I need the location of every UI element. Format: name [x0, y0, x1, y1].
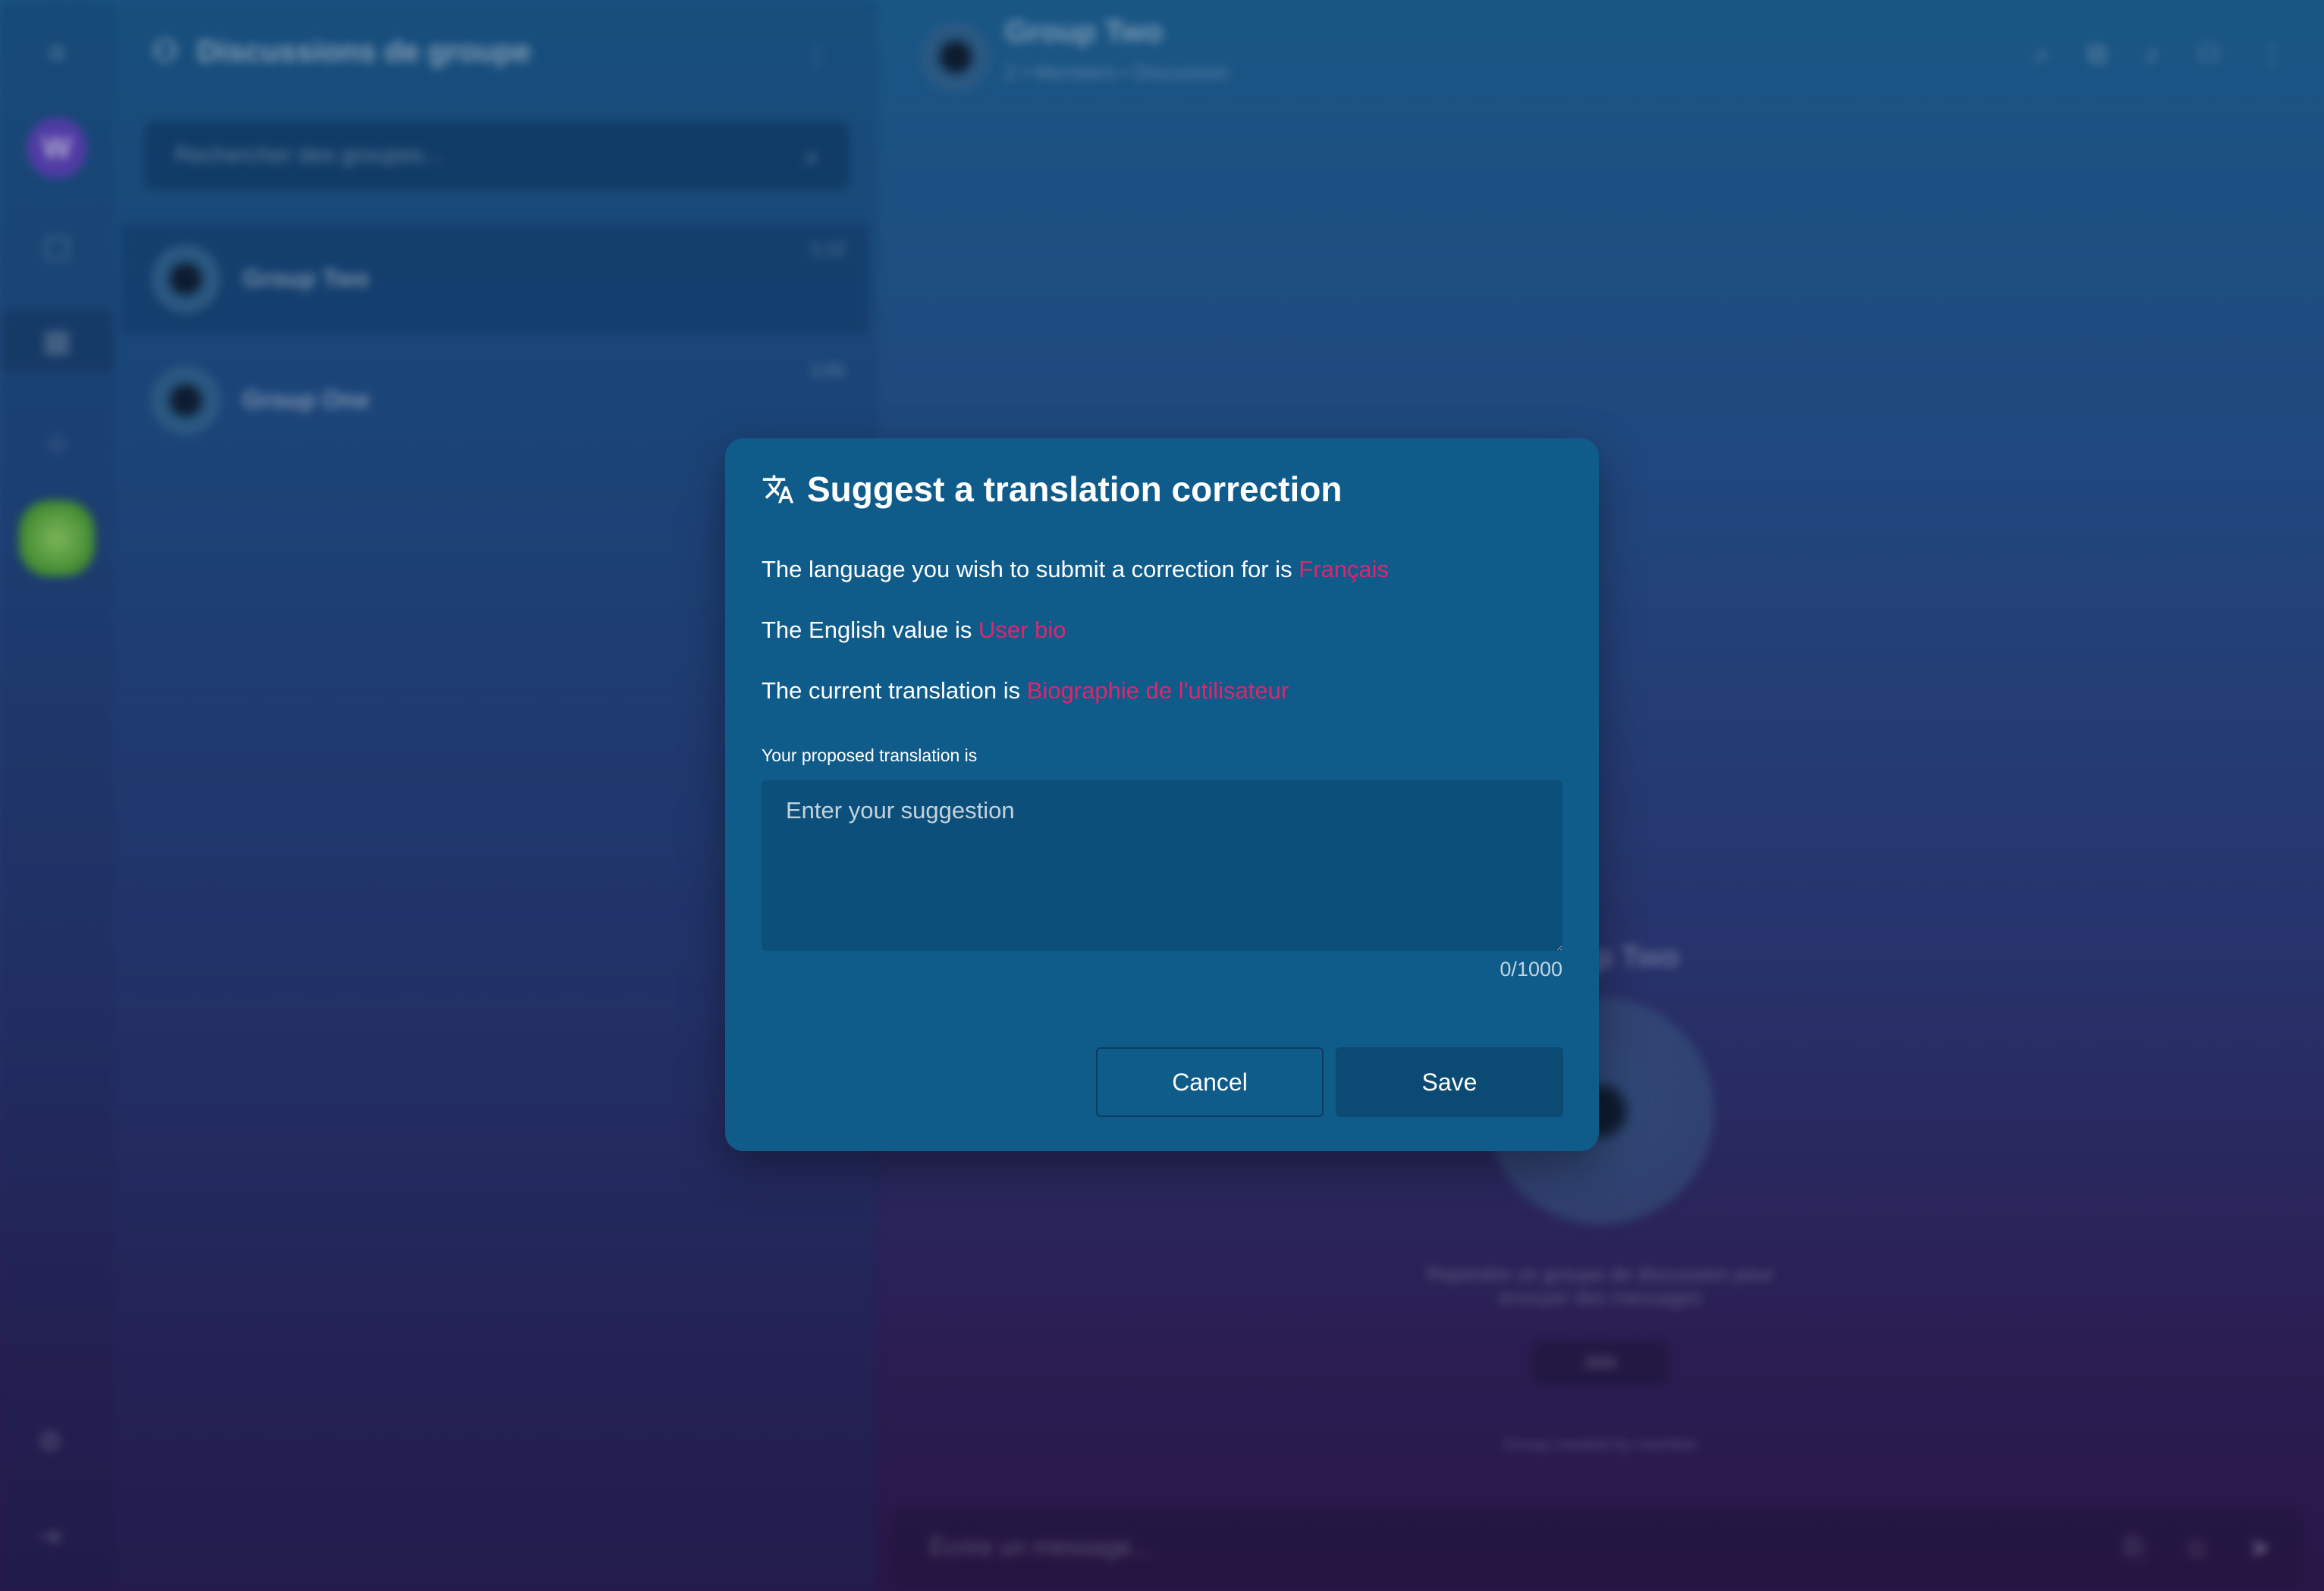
- proposed-translation-label: Your proposed translation is: [762, 745, 978, 765]
- current-translation-line-value: Biographie de l'utilisateur: [1026, 677, 1289, 704]
- cancel-button[interactable]: Cancel: [1096, 1047, 1324, 1117]
- save-button[interactable]: Save: [1336, 1047, 1563, 1117]
- character-counter: 0/1000: [1500, 958, 1562, 981]
- language-line: The language you wish to submit a correc…: [762, 556, 1389, 583]
- translate-icon: [762, 475, 794, 504]
- language-line-value: Français: [1299, 556, 1390, 582]
- dialog-header: Suggest a translation correction: [762, 469, 1342, 510]
- language-line-prefix: The language you wish to submit a correc…: [762, 556, 1299, 582]
- suggestion-input[interactable]: [762, 780, 1562, 951]
- current-translation-line: The current translation is Biographie de…: [762, 677, 1289, 704]
- english-line-value: User bio: [978, 617, 1066, 643]
- english-line-prefix: The English value is: [762, 617, 979, 643]
- current-translation-line-prefix: The current translation is: [762, 677, 1027, 704]
- english-line: The English value is User bio: [762, 617, 1066, 644]
- translation-correction-dialog: Suggest a translation correction The lan…: [725, 438, 1599, 1151]
- dialog-title: Suggest a translation correction: [807, 469, 1343, 509]
